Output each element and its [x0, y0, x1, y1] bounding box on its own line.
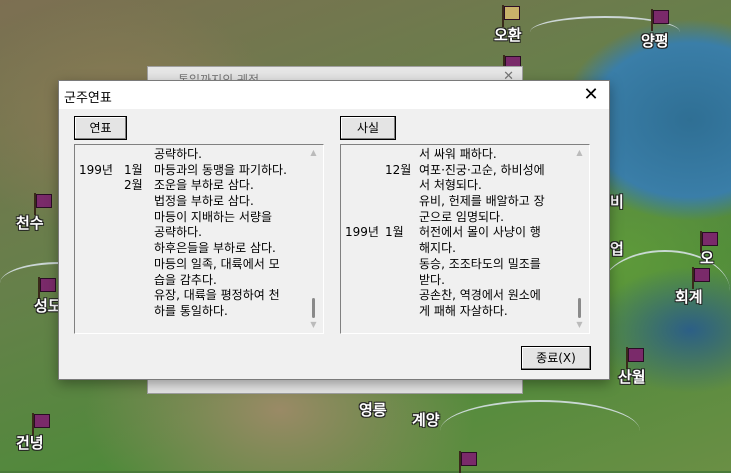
row-event: 법정을 부하로 삼다.	[154, 194, 254, 209]
ruler-chronology-dialog: 군주연표 ✕ 연표 사실 공략하다. 199년 1월 마등과의 동맹을 파기하다. 2월…	[58, 80, 610, 380]
row-event: 해지다.	[419, 241, 456, 256]
city-flag[interactable]	[651, 9, 669, 31]
city-flag[interactable]	[38, 277, 56, 299]
city-flag[interactable]	[502, 5, 520, 27]
row-event: 마등과의 동맹을 파기하다.	[154, 162, 287, 177]
city-label-ohwan[interactable]: 오환	[494, 24, 522, 45]
city-label-yeongneung[interactable]: 영릉	[359, 399, 387, 420]
scroll-down-icon[interactable]: ▼	[571, 318, 588, 332]
facts-button[interactable]: 사실	[340, 116, 396, 140]
scroll-up-icon[interactable]: ▲	[305, 146, 322, 160]
row-event: 서 처형되다.	[419, 178, 482, 193]
row-month: 1월	[385, 225, 404, 240]
city-label-o[interactable]: 오	[700, 247, 714, 268]
scroll-thumb[interactable]	[312, 298, 315, 318]
city-label-eop[interactable]: 업	[610, 238, 624, 259]
row-event: 습을 감추다.	[154, 272, 217, 287]
scroll-up-icon[interactable]: ▲	[571, 146, 588, 160]
row-event: 조운을 부하로 삼다.	[154, 178, 254, 193]
city-flag[interactable]	[32, 413, 50, 435]
row-event: 받다.	[419, 272, 445, 287]
row-event: 게 패해 자살하다.	[419, 303, 508, 318]
city-label-cheonsu[interactable]: 천수	[16, 212, 44, 233]
row-month: 1월	[124, 162, 143, 177]
row-event: 허전에서 몰이 사냥이 행	[419, 225, 541, 240]
row-month: 12월	[385, 162, 412, 177]
row-month: 2월	[124, 178, 143, 193]
dialog-titlebar[interactable]: 군주연표 ✕	[59, 81, 609, 109]
city-flag[interactable]	[700, 231, 718, 253]
row-year: 199년	[79, 162, 113, 177]
city-label-gyeyang[interactable]: 계양	[412, 409, 440, 430]
close-button[interactable]: ✕	[575, 82, 607, 108]
row-event: 마등의 일족, 대륙에서 모	[154, 256, 280, 271]
city-flag[interactable]	[692, 267, 710, 289]
row-event: 공략하다.	[154, 225, 202, 240]
row-event: 여포·진궁·고순, 하비성에	[419, 162, 545, 177]
row-event: 마등이 지배하는 서량을	[154, 209, 273, 224]
city-label-hoegye[interactable]: 회계	[675, 286, 703, 307]
row-event: 하를 통일하다.	[154, 303, 228, 318]
exit-button[interactable]: 종료(X)	[521, 346, 591, 370]
row-event: 동승, 조조타도의 밀조를	[419, 256, 541, 271]
row-event: 하후은들을 부하로 삼다.	[154, 241, 276, 256]
row-event: 유장, 대륙을 평정하여 천	[154, 288, 280, 303]
chronology-scrollbar[interactable]: ▲ ▼	[305, 146, 322, 332]
row-event: 유비, 헌제를 배알하고 장	[419, 194, 545, 209]
row-event: 서 싸워 패하다.	[419, 147, 497, 161]
chronology-list[interactable]: 공략하다. 199년 1월 마등과의 동맹을 파기하다. 2월 조운을 부하로 삼다. 법정…	[74, 144, 324, 334]
row-year: 199년	[345, 225, 379, 240]
row-event: 공손찬, 역경에서 원소에	[419, 288, 541, 303]
city-flag[interactable]	[626, 347, 644, 369]
scroll-down-icon[interactable]: ▼	[305, 318, 322, 332]
chronology-button[interactable]: 연표	[74, 116, 127, 140]
city-label-yangpyeong[interactable]: 양평	[641, 30, 669, 51]
row-event: 공략하다.	[154, 147, 202, 161]
dialog-title: 군주연표	[64, 91, 112, 106]
city-flag[interactable]	[459, 451, 477, 473]
scroll-thumb[interactable]	[578, 298, 581, 318]
city-flag[interactable]	[34, 193, 52, 215]
facts-scrollbar[interactable]: ▲ ▼	[571, 146, 588, 332]
city-label-bi[interactable]: 비	[610, 191, 624, 212]
row-event: 군으로 임명되다.	[419, 209, 504, 224]
facts-list[interactable]: 서 싸워 패하다. 12월 여포·진궁·고순, 하비성에 서 처형되다. 유비, 헌제를…	[340, 144, 590, 334]
city-label-geonnyeong[interactable]: 건녕	[16, 432, 44, 453]
city-label-sanwol[interactable]: 산월	[618, 366, 646, 387]
